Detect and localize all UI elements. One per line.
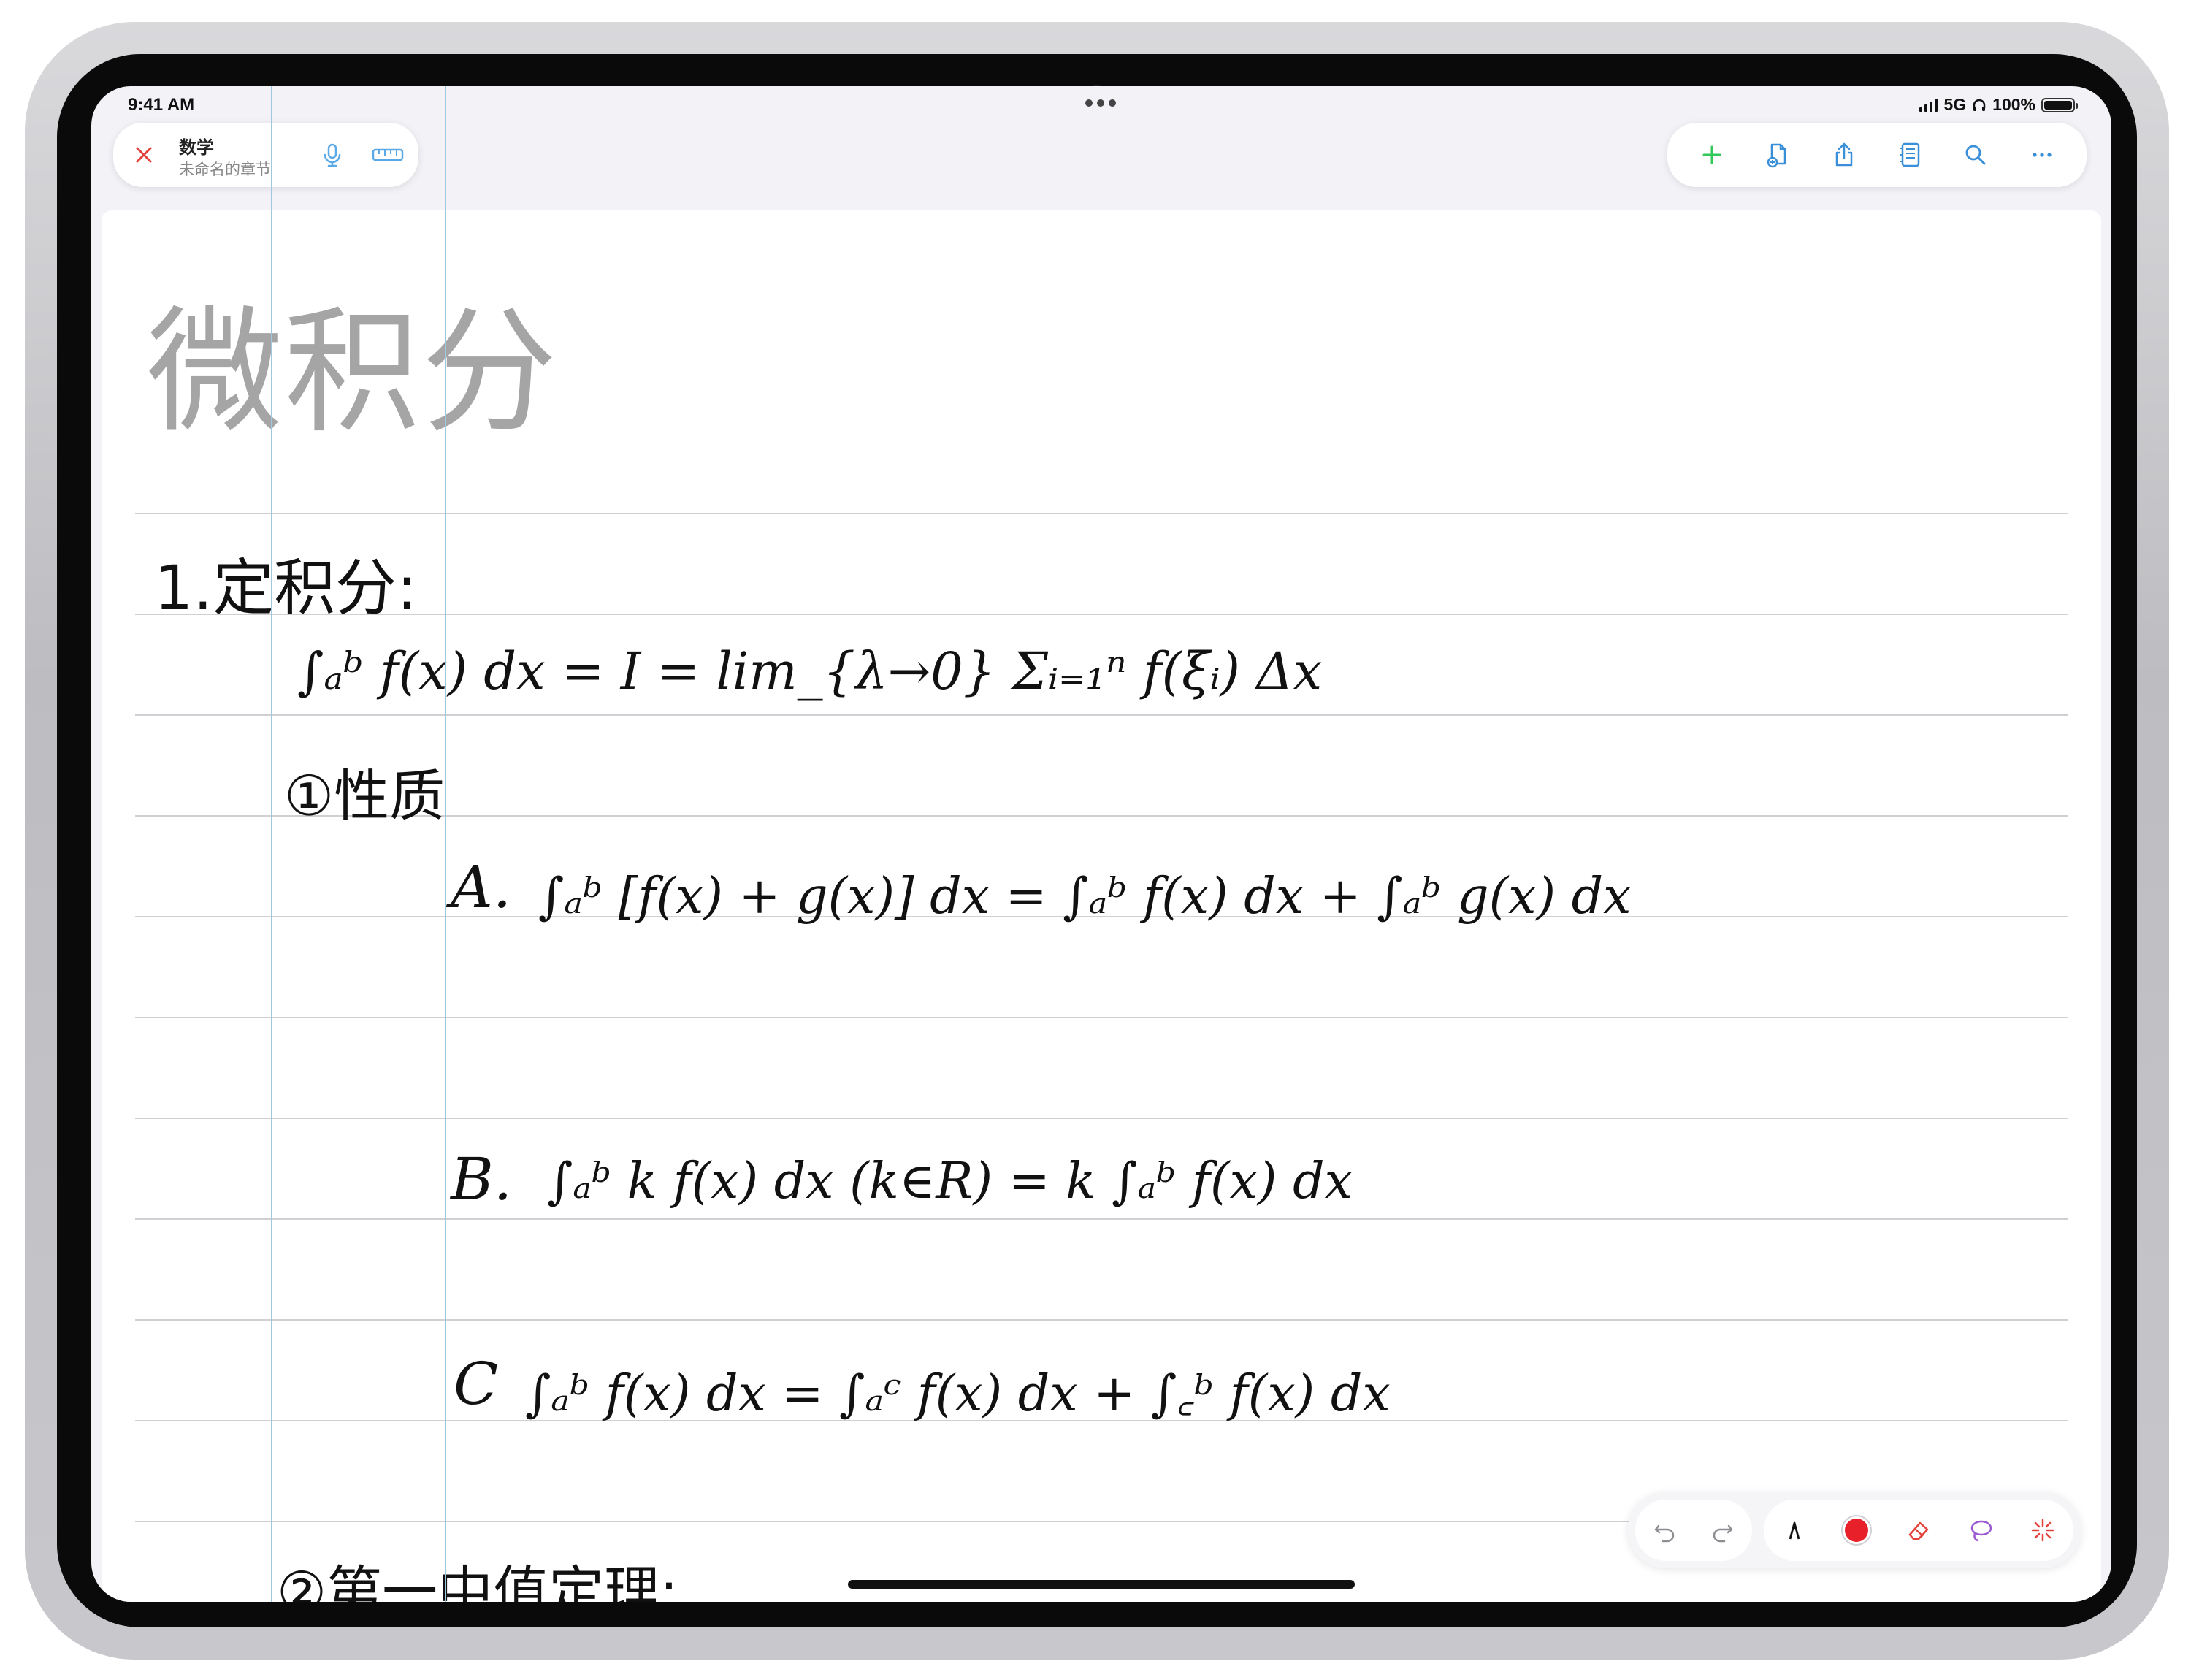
notebook-title[interactable]: 数学 [179, 133, 214, 159]
sparkle-icon [2031, 1519, 2054, 1542]
home-indicator[interactable] [848, 1580, 1355, 1589]
add-page-icon [1767, 143, 1786, 168]
lasso-icon [1970, 1520, 1992, 1542]
plus-icon [1702, 145, 1721, 164]
network-label: 5G [1943, 95, 1967, 114]
microphone-icon [324, 143, 341, 167]
section-heading: 1.定积分: [154, 552, 418, 624]
ruled-line [135, 1319, 2068, 1321]
drawing-toolbar [1628, 1492, 2081, 1568]
headphones-icon [1973, 99, 1986, 111]
eraser-icon [1908, 1521, 1929, 1540]
add-button[interactable] [1691, 134, 1732, 175]
handwritten-formula: ∫ₐᵇ f(x) dx = I = lim_{λ→0} Σᵢ₌₁ⁿ f(ξᵢ) … [297, 641, 1323, 701]
subsection-heading: ①性质 [284, 763, 446, 828]
history-group [1635, 1500, 1752, 1561]
property-label: C [454, 1350, 499, 1418]
ruled-line [135, 1118, 2068, 1119]
add-page-button[interactable] [1757, 134, 1798, 175]
pen-icon [1789, 1521, 1800, 1540]
ruled-line [135, 614, 2068, 615]
pen-tool-button[interactable] [1774, 1510, 1815, 1551]
ruled-line [135, 513, 2068, 514]
close-button[interactable] [128, 139, 160, 171]
battery-percent: 100% [1992, 95, 2035, 114]
page-title[interactable]: 微积分 [147, 261, 559, 459]
signal-icon [1919, 98, 1938, 112]
undo-button[interactable] [1644, 1510, 1685, 1551]
top-actions [1667, 123, 2087, 187]
property-label: B. [451, 1145, 513, 1213]
lasso-button[interactable] [1960, 1510, 2001, 1551]
share-icon [1835, 142, 1853, 167]
margin-line [271, 86, 272, 1602]
share-button[interactable] [1824, 134, 1865, 175]
ruler-icon [372, 148, 404, 161]
handwritten-formula: ∫ₐᵇ [f(x) + g(x)] dx = ∫ₐᵇ f(x) dx + ∫ₐᵇ… [538, 868, 1632, 925]
magic-tool-button[interactable] [2022, 1510, 2063, 1551]
ruler-button[interactable] [369, 139, 407, 171]
status-time: 9:41 AM [128, 95, 195, 115]
section-name[interactable]: 未命名的章节 [179, 158, 271, 180]
subsection-heading: ②第一中值定理: [277, 1559, 678, 1602]
notebook-button[interactable] [1889, 134, 1930, 175]
search-icon [1966, 145, 1986, 165]
note-page[interactable]: 微积分 1.定积分: ∫ₐᵇ f(x) dx = I = lim_{λ→0} Σ… [102, 86, 2101, 1602]
margin-line [445, 86, 446, 1602]
redo-button[interactable] [1702, 1510, 1743, 1551]
property-label: A. [451, 853, 512, 921]
battery-icon [2041, 97, 2078, 112]
color-picker-button[interactable] [1836, 1510, 1877, 1551]
tool-group [1764, 1500, 2073, 1561]
redo-icon [1713, 1524, 1733, 1543]
ruled-line [135, 1218, 2068, 1220]
more-button[interactable] [2022, 134, 2062, 175]
screen: 9:41 AM 5G 100% 数学 未命名的章节 微积分 1.定积分: ∫ₐᵇ… [91, 86, 2111, 1602]
multitask-grabber[interactable] [1085, 99, 1116, 107]
ruled-line [135, 714, 2068, 716]
status-indicators: 5G 100% [1919, 95, 2078, 115]
search-button[interactable] [1955, 134, 1996, 175]
handwritten-formula: ∫ₐᵇ f(x) dx = ∫ₐᶜ f(x) dx + ∫꜀ᵇ f(x) dx [525, 1365, 1391, 1423]
close-icon [136, 147, 152, 163]
mic-button[interactable] [316, 139, 348, 171]
ruled-line [135, 1017, 2068, 1018]
notebook-icon [1900, 142, 1920, 167]
ellipsis-icon [2033, 153, 2052, 157]
eraser-button[interactable] [1898, 1510, 1939, 1551]
color-swatch-icon [1841, 1515, 1873, 1546]
undo-icon [1654, 1524, 1675, 1543]
notebook-header: 数学 未命名的章节 [113, 123, 418, 187]
handwritten-formula: ∫ₐᵇ k f(x) dx (k∈R) = k ∫ₐᵇ f(x) dx [547, 1153, 1353, 1210]
